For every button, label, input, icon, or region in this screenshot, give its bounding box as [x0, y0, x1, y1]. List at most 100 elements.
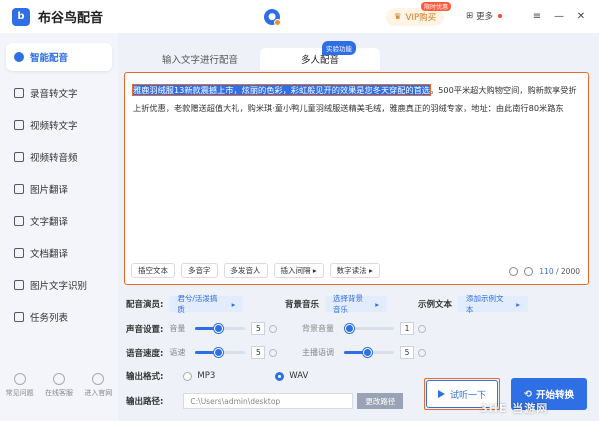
sidebar-item-label: 智能配音 — [30, 53, 69, 64]
pitch-slider[interactable] — [344, 348, 394, 357]
watermark: 3HE 当游网 — [480, 402, 549, 415]
preview-label: 试听一下 — [449, 390, 486, 401]
chevron-right-icon: ▸ — [231, 299, 236, 309]
sidebar-item-label: 图片翻译 — [30, 185, 69, 196]
text-editor[interactable]: 雅鹿羽绒服13新款震撼上市，炫丽的色彩，彩虹般见开的效果是您冬天穿配的首选。50… — [124, 72, 589, 285]
bgm-value: 选择背景音乐 — [333, 294, 364, 314]
info-icon[interactable] — [524, 267, 534, 276]
app-brand: b 布谷鸟配音 — [0, 7, 200, 26]
status-dot-icon — [274, 19, 281, 26]
sample-label: 示例文本 — [418, 300, 453, 310]
online-service-button[interactable]: 在线客服 — [45, 373, 73, 398]
volume-knob[interactable] — [213, 324, 223, 333]
tab-multi-voice[interactable]: 多人配音 — [260, 48, 380, 70]
number-reading-button[interactable]: 数字读法 ▸ — [329, 263, 380, 278]
sidebar-item-text-translate[interactable]: 文字翻译 — [0, 205, 118, 237]
help-icon[interactable] — [418, 324, 426, 333]
minimize-icon[interactable]: — — [552, 9, 566, 23]
sample-row: 示例文本 添加示例文本 ▸ — [418, 294, 529, 314]
char-max: / 2000 — [556, 267, 580, 276]
editor-content[interactable]: 雅鹿羽绒服13新款震撼上市，炫丽的色彩，彩虹般见开的效果是您冬天穿配的首选。50… — [132, 81, 583, 117]
output-path-input[interactable]: C:\Users\admin\desktop — [183, 393, 354, 409]
speed-row: 语音速度: 语速 5 — [126, 346, 278, 359]
grid-icon: ⊞ — [466, 11, 474, 21]
volume-sub-label: 音量 — [169, 324, 186, 333]
bg-volume-slider[interactable] — [344, 324, 394, 333]
voice-select[interactable]: 君兮/活泼搞质 ▸ — [169, 294, 244, 314]
help-icon[interactable] — [269, 348, 278, 357]
sidebar-item-image-translate[interactable]: 图片翻译 — [0, 173, 118, 205]
start-convert-label: 开始转换 — [535, 390, 574, 401]
format-wav-label: WAV — [289, 371, 309, 381]
char-count: 110 — [539, 267, 554, 276]
insert-pause-button[interactable]: 插入间隔 ▸ — [273, 263, 324, 278]
voice-label: 配音演员: — [126, 300, 164, 310]
image-translate-icon — [14, 184, 24, 194]
sidebar-item-smart-dubbing[interactable]: 智能配音 — [6, 43, 112, 71]
notification-dot-icon — [498, 14, 503, 18]
bg-volume-knob[interactable] — [345, 324, 354, 333]
help-icon[interactable] — [418, 348, 426, 357]
editor-toolbar: 插空文本 多音字 多发音人 插入间隔 ▸ 数字读法 ▸ — [131, 263, 380, 278]
bgm-label: 背景音乐 — [285, 300, 320, 310]
sidebar: 智能配音 录音转文字 视频转文字 视频转音频 图片翻译 文字翻译 文档翻译 图片… — [0, 33, 118, 421]
path-row: 输出路径: C:\Users\admin\desktop 更改路径 — [126, 393, 404, 409]
bg-volume-value[interactable]: 1 — [400, 322, 414, 335]
record-icon — [14, 88, 24, 98]
path-label: 输出路径: — [126, 397, 164, 407]
close-icon[interactable]: ✕ — [574, 9, 588, 23]
more-menu-button[interactable]: ⊞ 更多 — [466, 10, 503, 22]
experimental-badge: 实验功能 — [322, 41, 356, 55]
app-title: 布谷鸟配音 — [38, 11, 104, 26]
sidebar-item-label: 录音转文字 — [30, 89, 78, 100]
pitch-value[interactable]: 5 — [400, 346, 414, 359]
user-avatar[interactable]: ● — [264, 9, 281, 26]
volume-label: 声音设置: — [126, 324, 164, 335]
vip-promo-tag: 限时优惠 — [421, 2, 452, 11]
char-counter: 110 / 2000 — [509, 267, 580, 276]
speed-sub-label: 语速 — [169, 348, 186, 357]
speed-slider[interactable] — [195, 348, 246, 357]
polyphone-button[interactable]: 多音字 — [181, 263, 218, 278]
sidebar-item-label: 视频转文字 — [30, 121, 78, 132]
online-service-label: 在线客服 — [44, 389, 73, 397]
volume-slider[interactable] — [195, 324, 246, 333]
sample-select[interactable]: 添加示例文本 ▸ — [458, 294, 529, 314]
doc-translate-icon — [14, 248, 24, 258]
multi-speaker-button[interactable]: 多发音人 — [223, 263, 268, 278]
bgm-row: 背景音乐 选择背景音乐 ▸ — [285, 294, 388, 314]
faq-button[interactable]: 常见问题 — [6, 373, 34, 398]
bgm-select[interactable]: 选择背景音乐 ▸ — [325, 294, 388, 314]
format-mp3-radio[interactable] — [183, 371, 193, 381]
speed-value[interactable]: 5 — [251, 346, 266, 359]
sidebar-item-video-to-audio[interactable]: 视频转音频 — [0, 141, 118, 173]
sidebar-item-video-to-text[interactable]: 视频转文字 — [0, 109, 118, 141]
volume-value[interactable]: 5 — [251, 322, 266, 335]
ocr-icon — [14, 280, 24, 290]
title-bar: b 布谷鸟配音 ● ♛ VIP购买 限时优惠 ⊞ 更多 ≡ — ✕ — [0, 0, 599, 33]
sidebar-footer: 常见问题 在线客服 进入官网 — [0, 373, 118, 398]
clear-text-button[interactable]: 插空文本 — [131, 263, 175, 278]
sample-value: 添加示例文本 — [466, 294, 504, 314]
chevron-right-icon: ▸ — [375, 299, 380, 309]
more-label: 更多 — [476, 12, 494, 22]
home-icon — [92, 373, 105, 385]
change-path-button[interactable]: 更改路径 — [357, 393, 404, 409]
undo-icon[interactable] — [509, 267, 519, 276]
official-site-button[interactable]: 进入官网 — [84, 373, 112, 398]
format-wav-radio[interactable] — [275, 371, 285, 381]
sidebar-item-record-to-text[interactable]: 录音转文字 — [0, 77, 118, 109]
sidebar-item-doc-translate[interactable]: 文档翻译 — [0, 237, 118, 269]
tab-text-dubbing[interactable]: 输入文字进行配音 — [140, 48, 260, 70]
sidebar-item-label: 图片文字识别 — [30, 281, 88, 292]
sidebar-item-task-list[interactable]: 任务列表 — [0, 301, 118, 333]
app-logo-icon: b — [12, 7, 30, 26]
speed-knob[interactable] — [213, 348, 223, 357]
help-icon[interactable] — [269, 324, 278, 333]
mic-icon — [14, 52, 24, 62]
menu-icon[interactable]: ≡ — [530, 9, 544, 23]
pitch-knob[interactable] — [362, 348, 372, 357]
sidebar-item-label: 文字翻译 — [30, 217, 69, 228]
sidebar-item-ocr[interactable]: 图片文字识别 — [0, 269, 118, 301]
task-icon — [14, 312, 24, 322]
